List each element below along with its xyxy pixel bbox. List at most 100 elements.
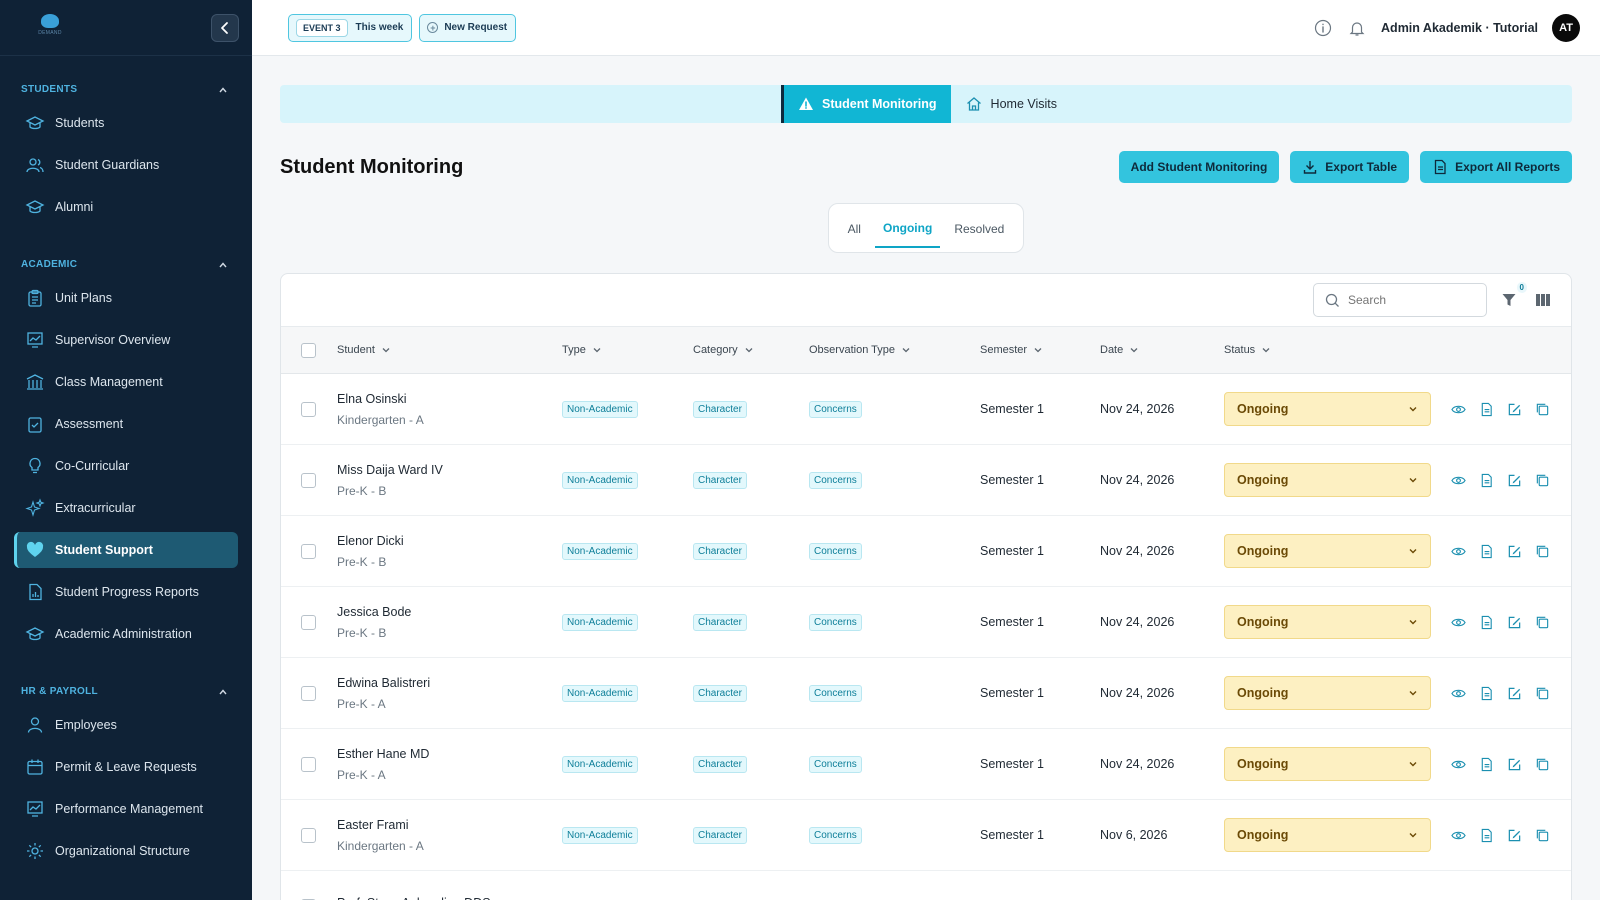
view-icon[interactable] (1444, 757, 1472, 772)
sidebar-item-supervisor-overview[interactable]: Supervisor Overview (14, 322, 238, 358)
edit-icon[interactable] (1500, 544, 1528, 559)
select-all-checkbox[interactable] (301, 342, 316, 358)
status-select[interactable]: Ongoing (1224, 463, 1431, 497)
columns-button[interactable] (1535, 292, 1551, 308)
bell-icon[interactable] (1347, 18, 1367, 38)
edit-icon[interactable] (1500, 686, 1528, 701)
status-select[interactable]: Ongoing (1224, 605, 1431, 639)
sidebar-item-co-curricular[interactable]: Co-Curricular (14, 448, 238, 484)
document-icon[interactable] (1472, 473, 1500, 488)
document-icon[interactable] (1472, 828, 1500, 843)
sidebar-item-student-progress-reports[interactable]: Student Progress Reports (14, 574, 238, 610)
view-icon[interactable] (1444, 473, 1472, 488)
status-select[interactable]: Ongoing (1224, 818, 1431, 852)
column-header-type[interactable]: Type (562, 344, 693, 356)
sidebar-item-student-guardians[interactable]: Student Guardians (14, 147, 238, 183)
info-icon[interactable] (1313, 18, 1333, 38)
student-name[interactable]: Prof. Steve Ankunding DDS (337, 896, 562, 900)
avatar[interactable]: AT (1552, 13, 1580, 42)
tab-resolved[interactable]: Resolved (946, 209, 1012, 247)
view-icon[interactable] (1444, 402, 1472, 417)
export-table-button[interactable]: Export Table (1290, 151, 1410, 183)
copy-icon[interactable] (1528, 544, 1556, 559)
student-cell: Easter Frami Kindergarten - A (337, 818, 562, 853)
search-box[interactable] (1313, 283, 1487, 317)
student-name[interactable]: Jessica Bode (337, 605, 562, 619)
row-checkbox[interactable] (301, 543, 316, 559)
status-tabs: All Ongoing Resolved (828, 203, 1024, 253)
sidebar-item-employees[interactable]: Employees (14, 707, 238, 743)
edit-icon[interactable] (1500, 615, 1528, 630)
student-name[interactable]: Edwina Balistreri (337, 676, 562, 690)
search-input[interactable] (1348, 293, 1478, 307)
document-icon[interactable] (1472, 544, 1500, 559)
row-checkbox[interactable] (301, 614, 316, 630)
column-header-status[interactable]: Status (1224, 344, 1444, 356)
new-request-button[interactable]: + New Request (419, 13, 517, 42)
sidebar-item-organizational-structure[interactable]: Organizational Structure (14, 833, 238, 869)
sidebar-item-assessment[interactable]: Assessment (14, 406, 238, 442)
status-select[interactable]: Ongoing (1224, 392, 1431, 426)
event-pill[interactable]: EVENT 3 This week (288, 13, 413, 42)
sidebar-item-label: Extracurricular (55, 501, 136, 515)
copy-icon[interactable] (1528, 473, 1556, 488)
edit-icon[interactable] (1500, 757, 1528, 772)
edit-icon[interactable] (1500, 402, 1528, 417)
export-all-reports-button[interactable]: Export All Reports (1420, 151, 1572, 183)
section-header-academic[interactable]: ACADEMIC (0, 245, 252, 280)
sidebar-item-unit-plans[interactable]: Unit Plans (14, 280, 238, 316)
student-name[interactable]: Miss Daija Ward IV (337, 463, 562, 477)
tab-home-visits[interactable]: Home Visits (951, 85, 1071, 123)
copy-icon[interactable] (1528, 686, 1556, 701)
view-icon[interactable] (1444, 686, 1472, 701)
student-name[interactable]: Easter Frami (337, 818, 562, 832)
filter-button[interactable]: 0 (1501, 282, 1527, 308)
column-header-student[interactable]: Student (337, 344, 562, 356)
sidebar-item-performance-management[interactable]: Performance Management (14, 791, 238, 827)
tab-ongoing[interactable]: Ongoing (874, 208, 941, 248)
section-header-hr-payroll[interactable]: HR & PAYROLL (0, 672, 252, 707)
edit-icon[interactable] (1500, 828, 1528, 843)
column-header-date[interactable]: Date (1100, 344, 1224, 356)
document-icon[interactable] (1472, 615, 1500, 630)
copy-icon[interactable] (1528, 757, 1556, 772)
sidebar-item-alumni[interactable]: Alumni (14, 189, 238, 225)
row-checkbox[interactable] (301, 685, 316, 701)
tab-student-monitoring[interactable]: Student Monitoring (780, 85, 951, 123)
copy-icon[interactable] (1528, 828, 1556, 843)
add-student-monitoring-button[interactable]: Add Student Monitoring (1118, 151, 1280, 183)
row-checkbox[interactable] (301, 472, 316, 488)
sidebar-item-permit-leave-requests[interactable]: Permit & Leave Requests (14, 749, 238, 785)
tab-all[interactable]: All (840, 209, 869, 247)
collapse-sidebar-button[interactable] (211, 13, 239, 42)
sidebar-item-students[interactable]: Students (14, 105, 238, 141)
column-header-category[interactable]: Category (693, 344, 809, 356)
topbar-user-area: Admin Akademik · Tutorial AT (1313, 13, 1580, 42)
student-name[interactable]: Elna Osinski (337, 392, 562, 406)
sidebar-item-student-support[interactable]: Student Support (14, 532, 238, 568)
view-icon[interactable] (1444, 615, 1472, 630)
sidebar-item-academic-administration[interactable]: Academic Administration (14, 616, 238, 652)
student-name[interactable]: Elenor Dicki (337, 534, 562, 548)
student-name[interactable]: Esther Hane MD (337, 747, 562, 761)
row-checkbox[interactable] (301, 401, 316, 417)
status-select[interactable]: Ongoing (1224, 676, 1431, 710)
edit-icon[interactable] (1500, 473, 1528, 488)
view-icon[interactable] (1444, 828, 1472, 843)
document-icon[interactable] (1472, 757, 1500, 772)
section-header-students[interactable]: STUDENTS (0, 70, 252, 105)
sidebar-item-class-management[interactable]: Class Management (14, 364, 238, 400)
document-icon[interactable] (1472, 402, 1500, 417)
status-select[interactable]: Ongoing (1224, 747, 1431, 781)
column-header-observation-type[interactable]: Observation Type (809, 344, 980, 356)
copy-icon[interactable] (1528, 402, 1556, 417)
column-header-semester[interactable]: Semester (980, 344, 1100, 356)
document-icon[interactable] (1472, 686, 1500, 701)
row-checkbox[interactable] (301, 827, 316, 843)
row-checkbox[interactable] (301, 756, 316, 772)
status-select[interactable]: Ongoing (1224, 534, 1431, 568)
sidebar-item-extracurricular[interactable]: Extracurricular (14, 490, 238, 526)
view-icon[interactable] (1444, 544, 1472, 559)
copy-icon[interactable] (1528, 615, 1556, 630)
user-name[interactable]: Admin Akademik · Tutorial (1381, 21, 1538, 35)
